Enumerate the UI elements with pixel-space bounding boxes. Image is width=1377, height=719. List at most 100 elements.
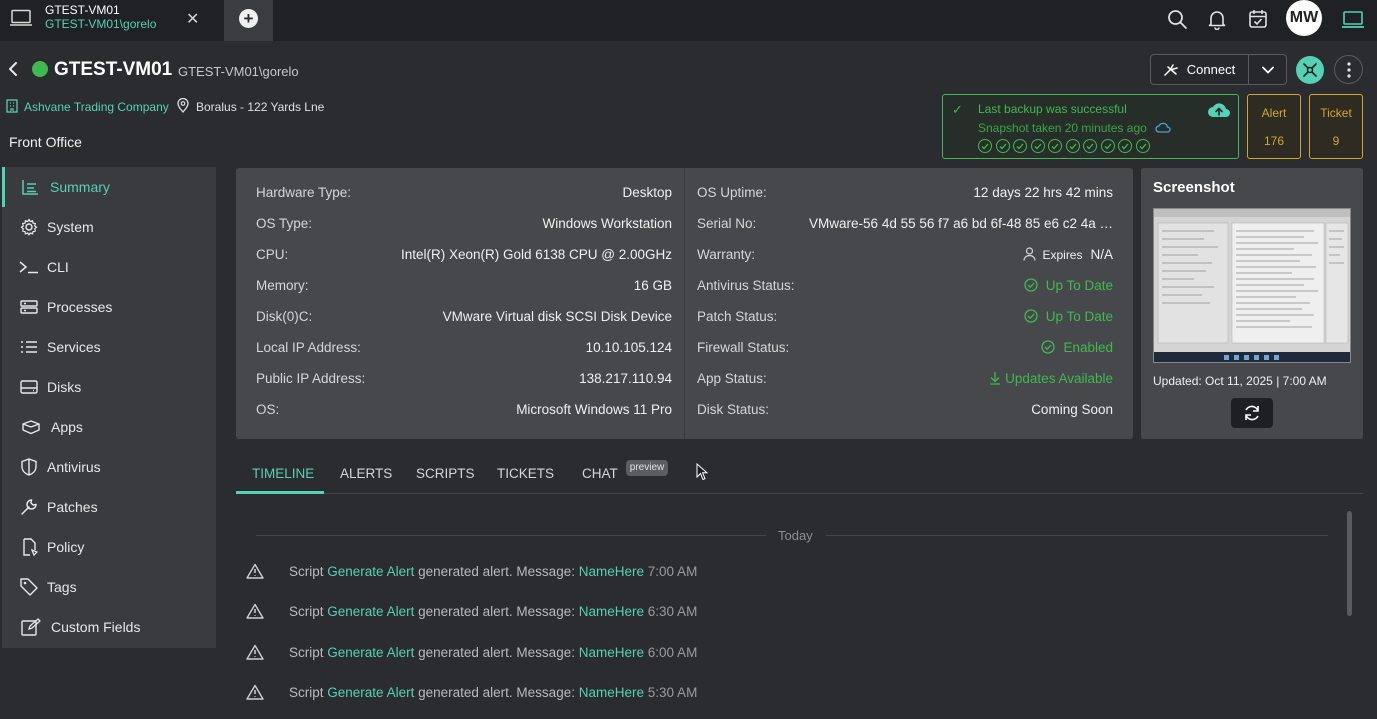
- tag-icon: [19, 577, 39, 597]
- back-arrow-icon[interactable]: [6, 60, 20, 78]
- message-link[interactable]: NameHere: [579, 564, 644, 579]
- tab-alerts[interactable]: ALERTS: [340, 466, 392, 481]
- download-icon: [990, 372, 1001, 385]
- sidebar-item-summary[interactable]: Summary: [2, 167, 216, 207]
- info-key: Disk Status:: [697, 402, 770, 417]
- warning-icon: [246, 684, 264, 700]
- info-row: Warranty: Expires N/A: [697, 247, 1113, 267]
- info-value: Intel(R) Xeon(R) Gold 6138 CPU @ 2.00GHz: [400, 247, 672, 262]
- script-link[interactable]: Generate Alert: [327, 564, 414, 579]
- warning-icon: [246, 603, 264, 619]
- user-avatar[interactable]: MW: [1286, 0, 1322, 36]
- info-row: Disk Status: Coming Soon: [697, 402, 1113, 422]
- sidebar-item-custom-fields[interactable]: Custom Fields: [2, 607, 216, 647]
- backup-status-card[interactable]: ✓ Last backup was successful Snapshot ta…: [942, 94, 1239, 159]
- remote-control-button[interactable]: [1296, 56, 1324, 84]
- tab-chat[interactable]: CHAT: [582, 466, 618, 481]
- message-link[interactable]: NameHere: [579, 685, 644, 700]
- device-laptop-icon[interactable]: [1341, 8, 1365, 30]
- alert-counter[interactable]: Alert 176: [1247, 94, 1301, 159]
- gear-icon: [19, 217, 39, 237]
- refresh-screenshot-button[interactable]: [1231, 398, 1273, 428]
- calendar-icon[interactable]: [1247, 8, 1269, 30]
- disk-icon: [19, 377, 39, 397]
- sidebar-item-policy[interactable]: Policy: [2, 527, 216, 567]
- device-info-panel: Hardware Type: Desktop OS Type: Windows Wo…: [236, 168, 1133, 439]
- info-row: Local IP Address: 10.10.105.124: [256, 340, 672, 360]
- sidebar-item-tags[interactable]: Tags: [2, 567, 216, 607]
- timeline-middle: generated alert. Message:: [418, 564, 575, 579]
- info-value: Desktop: [622, 185, 672, 200]
- processes-icon: [19, 297, 39, 317]
- connect-dropdown-button[interactable]: [1248, 54, 1287, 85]
- sidebar-item-label: Policy: [47, 539, 85, 555]
- preview-badge: preview: [626, 460, 668, 476]
- sidebar-item-label: Services: [47, 339, 101, 355]
- screenshot-title: Screenshot: [1153, 179, 1235, 196]
- sidebar-item-cli[interactable]: CLI: [2, 247, 216, 287]
- ticket-counter[interactable]: Ticket 9: [1309, 94, 1363, 159]
- backup-success-icon: [1118, 139, 1132, 153]
- app-status[interactable]: Updates Available: [989, 371, 1113, 386]
- plus-icon: +: [239, 9, 258, 28]
- sidebar-item-processes[interactable]: Processes: [2, 287, 216, 327]
- backup-success-icon: [1048, 139, 1062, 153]
- sidebar-item-patches[interactable]: Patches: [2, 487, 216, 527]
- message-link[interactable]: NameHere: [579, 604, 644, 619]
- sidebar-item-antivirus[interactable]: Antivirus: [2, 447, 216, 487]
- backup-success-icon: [1135, 139, 1150, 153]
- search-icon[interactable]: [1166, 8, 1188, 30]
- building-icon: [6, 99, 18, 113]
- sidebar-item-disks[interactable]: Disks: [2, 367, 216, 407]
- script-link[interactable]: Generate Alert: [327, 645, 414, 660]
- sidebar: Summary System CLI Processes Services Di…: [2, 167, 216, 648]
- info-key: OS Type:: [256, 216, 313, 231]
- shield-icon: [19, 457, 39, 477]
- warranty-date: N/A: [1090, 247, 1113, 262]
- script-link[interactable]: Generate Alert: [327, 685, 414, 700]
- services-icon: [19, 337, 39, 357]
- location-pin-icon: [177, 98, 189, 113]
- backup-success-icon: [1065, 139, 1080, 153]
- more-vertical-icon: [1346, 61, 1351, 78]
- timeline-scrollbar[interactable]: [1347, 511, 1352, 616]
- laptop-icon: [10, 9, 32, 26]
- page-title: GTEST-VM01: [54, 59, 173, 80]
- info-row: CPU: Intel(R) Xeon(R) Gold 6138 CPU @ 2.0…: [256, 247, 672, 267]
- online-status-dot: [32, 61, 48, 77]
- info-row: Patch Status: Up To Date: [697, 309, 1113, 329]
- close-tab-icon[interactable]: ✕: [186, 9, 199, 29]
- info-value: Coming Soon: [1031, 402, 1113, 417]
- company-link[interactable]: Ashvane Trading Company: [24, 100, 169, 114]
- info-key: CPU:: [256, 247, 289, 262]
- sidebar-item-services[interactable]: Services: [2, 327, 216, 367]
- connect-button[interactable]: Connect: [1150, 54, 1249, 85]
- timeline-text: Script Generate Alert generated alert. M…: [289, 604, 697, 619]
- new-tab-button[interactable]: +: [224, 0, 273, 41]
- info-key: Local IP Address:: [256, 340, 361, 355]
- info-key: Serial No:: [697, 216, 757, 231]
- message-link[interactable]: NameHere: [579, 645, 644, 660]
- tab-tickets[interactable]: TICKETS: [497, 466, 554, 481]
- device-user: GTEST-VM01\gorelo: [178, 64, 299, 79]
- bell-icon[interactable]: [1206, 8, 1228, 30]
- more-options-button[interactable]: [1334, 55, 1363, 84]
- sidebar-item-label: System: [47, 219, 94, 235]
- info-row: Firewall Status: Enabled: [697, 340, 1113, 360]
- wrench-icon: [19, 497, 39, 517]
- timeline-time: 5:30 AM: [647, 685, 698, 700]
- timeline-time: 7:00 AM: [647, 564, 698, 579]
- backup-success-icon: [978, 139, 992, 153]
- sidebar-item-label: Processes: [47, 299, 113, 315]
- tab-timeline[interactable]: TIMELINE: [252, 466, 314, 481]
- sidebar-item-apps[interactable]: Apps: [2, 407, 216, 447]
- device-tab[interactable]: GTEST-VM01 GTEST-VM01\gorelo ✕: [0, 0, 224, 41]
- tab-scripts[interactable]: SCRIPTS: [416, 466, 475, 481]
- info-row: OS Uptime: 12 days 22 hrs 42 mins: [697, 185, 1113, 205]
- sidebar-item-label: Custom Fields: [51, 619, 141, 635]
- screenshot-thumbnail[interactable]: [1153, 208, 1351, 363]
- script-link[interactable]: Generate Alert: [327, 604, 414, 619]
- info-key: App Status:: [697, 371, 767, 386]
- sidebar-item-system[interactable]: System: [2, 207, 216, 247]
- timeline-text: Script Generate Alert generated alert. M…: [289, 564, 697, 579]
